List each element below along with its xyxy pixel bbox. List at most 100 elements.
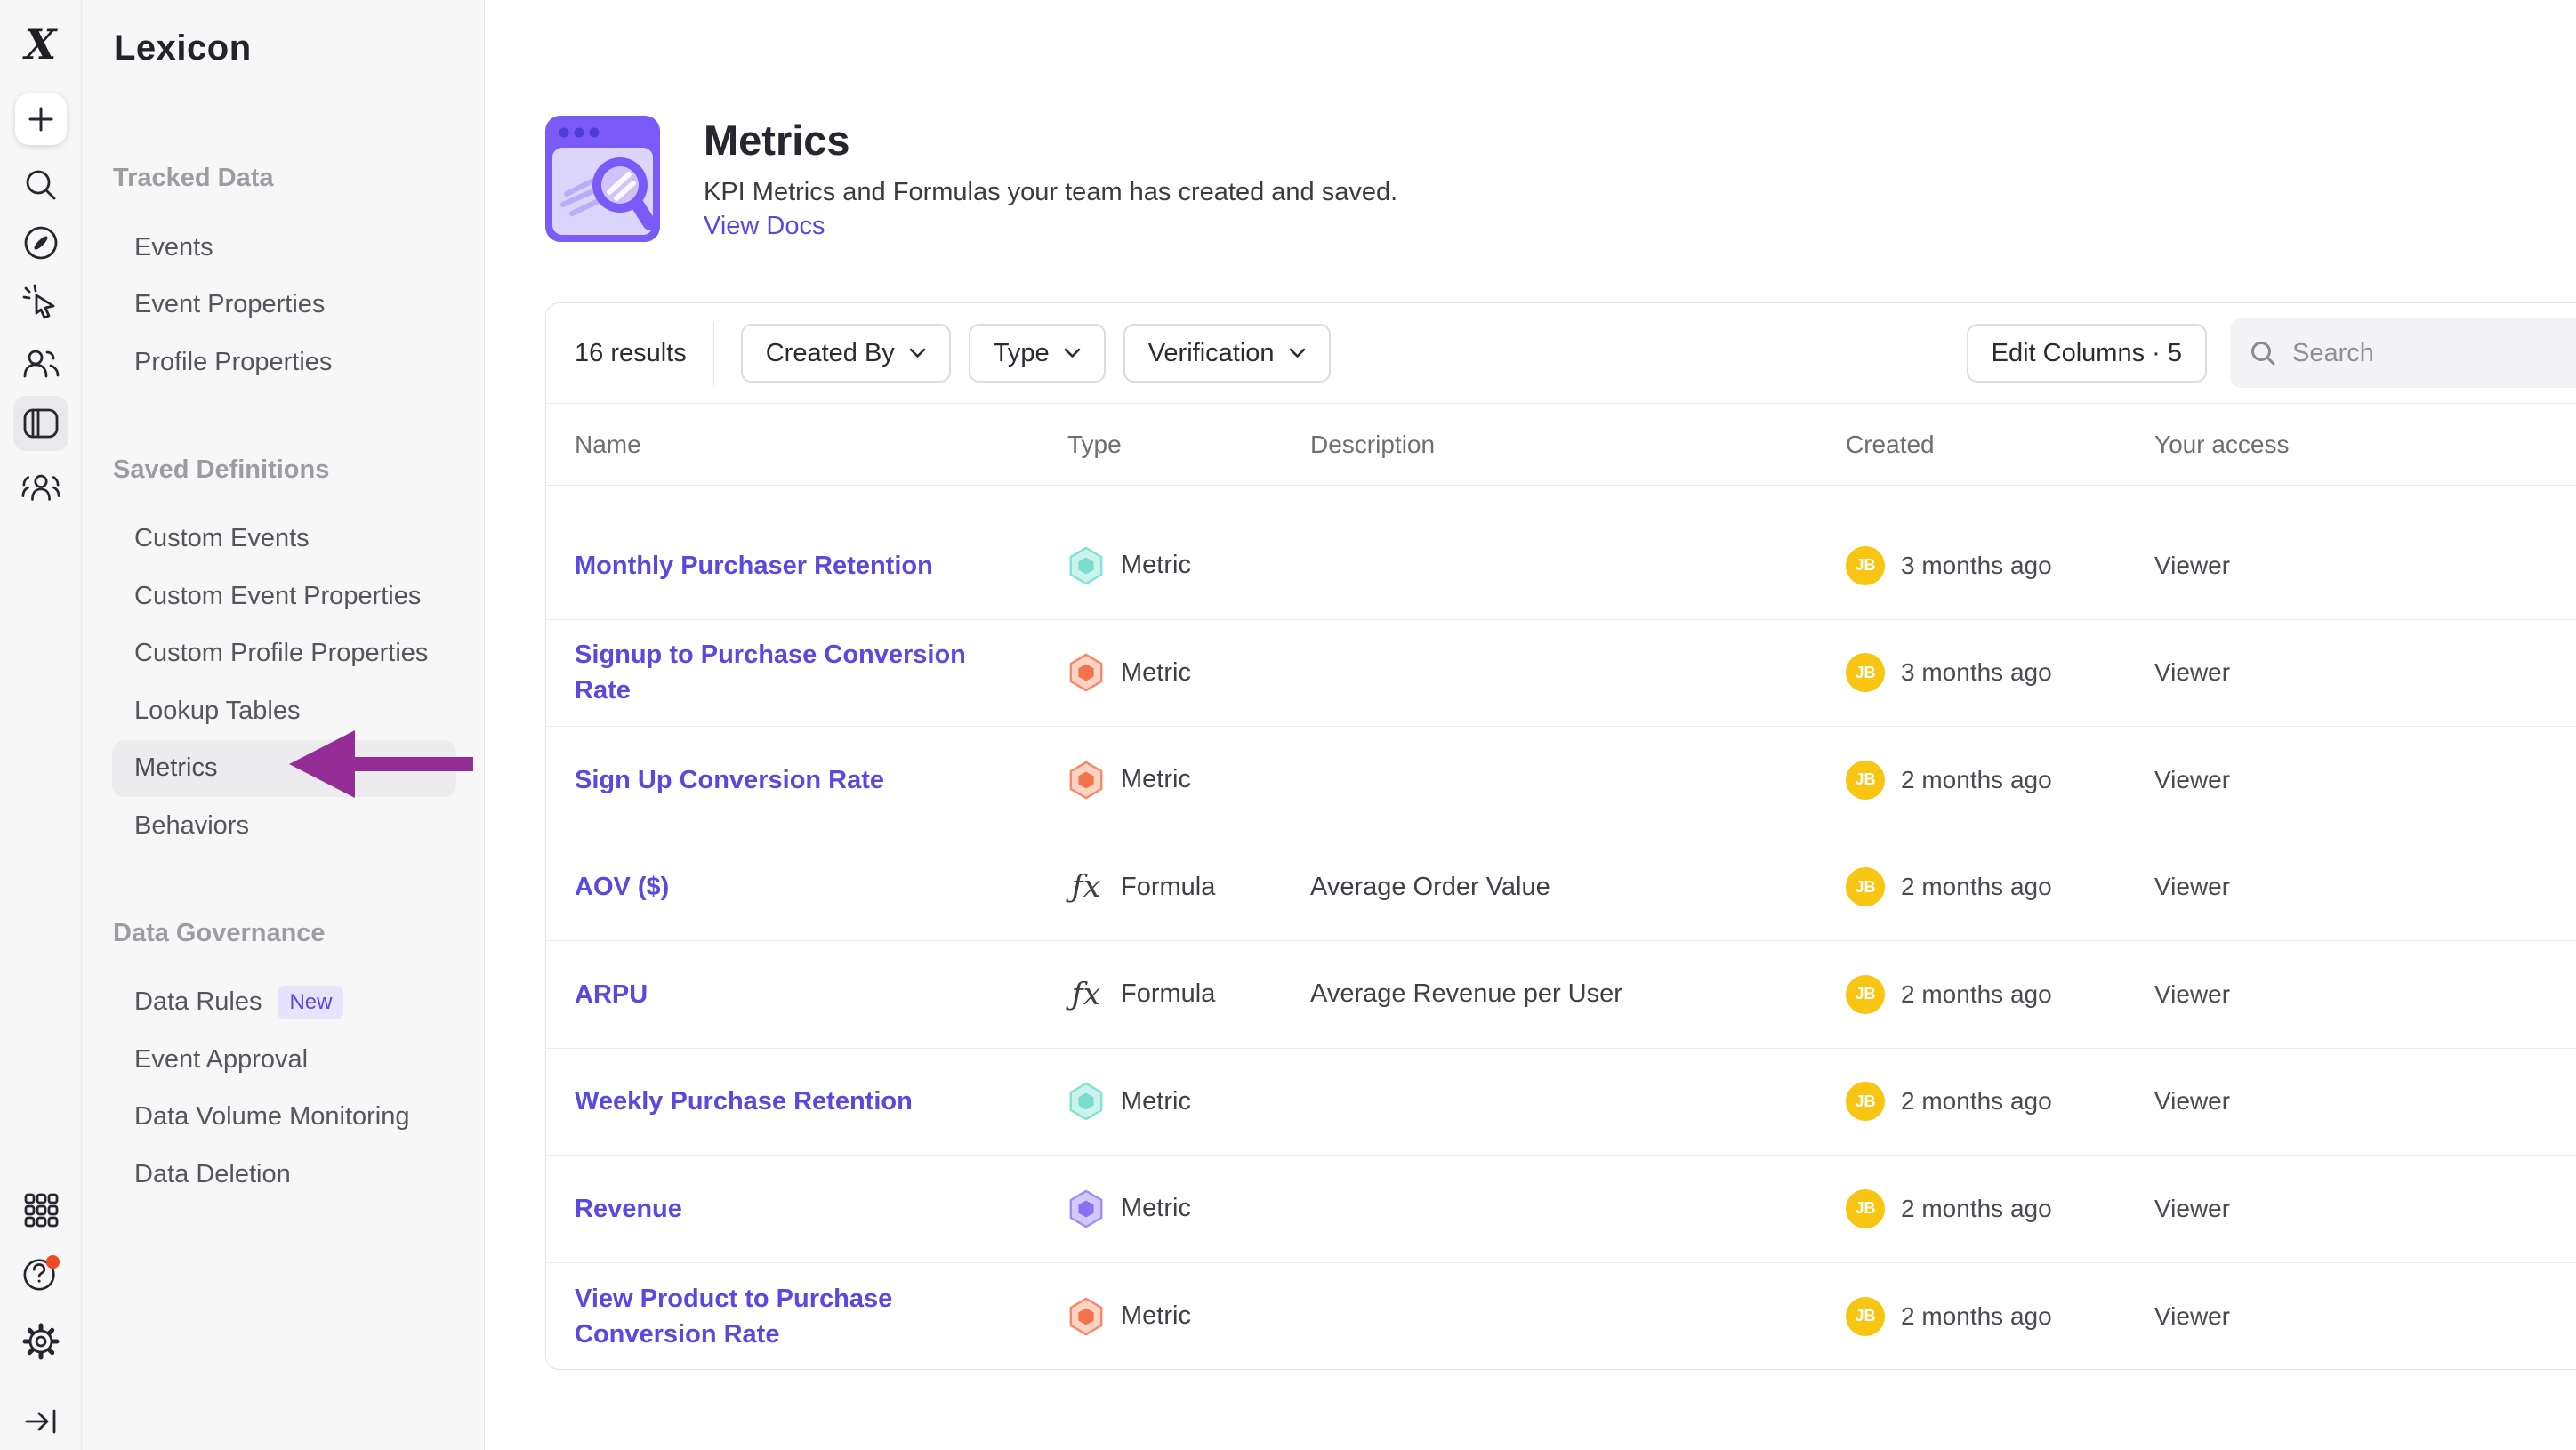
table-row[interactable]: View Product to Purchase Conversion Rate… (546, 1263, 2576, 1371)
row-name-link[interactable]: Signup to Purchase Conversion Rate (575, 637, 1067, 708)
main-content: Metrics KPI Metrics and Formulas your te… (485, 0, 2576, 1450)
filter-button-verification[interactable]: Verification (1123, 324, 1331, 383)
row-created-cell: JB 3 months ago (1846, 546, 2154, 585)
row-name-link[interactable]: Revenue (575, 1191, 1067, 1227)
sidebar-item-event-properties[interactable]: Event Properties (112, 277, 456, 334)
sidebar-item-label: Custom Profile Properties (134, 639, 428, 668)
compass-icon (22, 224, 60, 262)
sidebar-item-behaviors[interactable]: Behaviors (112, 797, 456, 855)
events-nav-button[interactable] (21, 282, 60, 321)
row-name-link[interactable]: ARPU (575, 977, 1067, 1012)
table-row[interactable]: Revenue Metric JB 2 months ago Viewer (546, 1156, 2576, 1263)
settings-button[interactable] (21, 1322, 60, 1361)
row-type-label: Formula (1121, 873, 1215, 902)
table-row[interactable]: Sign Up Conversion Rate Metric JB 2 mont… (546, 727, 2576, 834)
discover-nav-button[interactable] (21, 223, 60, 262)
two-users-icon (21, 346, 60, 382)
metrics-table-card: 16 results Created By Type Verification … (545, 302, 2576, 1370)
row-created-cell: JB 2 months ago (1846, 1297, 2154, 1336)
app-root: X (0, 0, 2576, 1450)
sidebar-section: Saved Definitions Custom Events Custom E… (112, 441, 484, 855)
lexicon-nav-button[interactable] (21, 404, 60, 443)
search-input[interactable] (2292, 339, 2566, 368)
row-type-cell: ƒx Formula (1067, 869, 1310, 905)
column-header-name[interactable]: Name (575, 431, 1067, 459)
filter-buttons: Created By Type Verification (741, 324, 1331, 383)
row-access-label: Viewer (2154, 980, 2576, 1009)
row-type-cell: Metric (1067, 652, 1310, 693)
sidebar-item-data-volume-monitoring[interactable]: Data Volume Monitoring (112, 1089, 456, 1147)
row-created-cell: JB 2 months ago (1846, 1082, 2154, 1121)
sidebar-item-event-approval[interactable]: Event Approval (112, 1031, 456, 1089)
row-created-label: 2 months ago (1901, 1195, 2052, 1223)
table-toolbar: 16 results Created By Type Verification … (546, 303, 2576, 404)
sidebar-item-data-deletion[interactable]: Data Deletion (112, 1146, 456, 1204)
column-header-description[interactable]: Description (1310, 431, 1846, 459)
row-name-link[interactable]: AOV ($) (575, 869, 1067, 905)
row-name-link[interactable]: View Product to Purchase Conversion Rate (575, 1281, 1067, 1352)
row-type-label: Metric (1121, 551, 1191, 580)
sidebar-item-custom-profile-properties[interactable]: Custom Profile Properties (112, 625, 456, 683)
gear-icon (22, 1323, 60, 1360)
cohorts-nav-button[interactable] (21, 468, 60, 507)
row-created-label: 2 months ago (1901, 766, 2052, 794)
apps-grid-button[interactable] (21, 1190, 60, 1229)
toolbar-right: Edit Columns · 5 (1967, 318, 2576, 388)
table-row[interactable]: Monthly Purchaser Retention Metric JB 3 … (546, 512, 2576, 620)
sidebar-item-events[interactable]: Events (112, 219, 456, 277)
table-row-partial (546, 486, 2576, 512)
sidebar-item-label: Data Deletion (134, 1160, 291, 1189)
row-created-label: 2 months ago (1901, 1087, 2052, 1116)
column-header-type[interactable]: Type (1067, 431, 1310, 459)
edit-columns-button[interactable]: Edit Columns · 5 (1967, 324, 2207, 383)
create-plus-button[interactable] (15, 93, 67, 145)
row-type-label: Formula (1121, 979, 1215, 1009)
sidebar-item-label: Data Volume Monitoring (134, 1102, 410, 1132)
column-header-your-access[interactable]: Your access (2154, 431, 2576, 459)
search-box[interactable] (2230, 318, 2576, 388)
row-type-cell: ƒx Formula (1067, 977, 1310, 1012)
table-row[interactable]: Weekly Purchase Retention Metric JB 2 mo… (546, 1049, 2576, 1156)
metric-hexagon-icon (1067, 1081, 1105, 1122)
chevron-down-icon (909, 348, 926, 358)
row-type-cell: Metric (1067, 760, 1310, 801)
help-button[interactable] (21, 1254, 60, 1293)
sidebar-section-header: Data Governance (112, 905, 484, 962)
table-row[interactable]: ARPU ƒx Formula Average Revenue per User… (546, 941, 2576, 1049)
row-created-label: 3 months ago (1901, 552, 2052, 580)
filter-button-label: Verification (1148, 339, 1275, 368)
users-nav-button[interactable] (21, 344, 60, 383)
sidebar-item-data-rules[interactable]: Data Rules New (112, 974, 456, 1032)
sidebar-item-custom-events[interactable]: Custom Events (112, 511, 456, 568)
sidebar-item-custom-event-properties[interactable]: Custom Event Properties (112, 568, 456, 625)
mixpanel-logo-icon[interactable]: X (21, 25, 60, 64)
sidebar-item-profile-properties[interactable]: Profile Properties (112, 334, 456, 391)
metric-hexagon-icon (1067, 760, 1105, 801)
row-created-cell: JB 3 months ago (1846, 653, 2154, 692)
page-subtitle: KPI Metrics and Formulas your team has c… (704, 178, 1397, 207)
sidebar-item-label: Profile Properties (134, 348, 332, 377)
table-row[interactable]: Signup to Purchase Conversion Rate Metri… (546, 620, 2576, 728)
row-name-link[interactable]: Sign Up Conversion Rate (575, 762, 1067, 798)
row-name-link[interactable]: Weekly Purchase Retention (575, 1083, 1067, 1119)
sign-out-button[interactable] (21, 1402, 60, 1441)
column-header-created[interactable]: Created (1846, 431, 2154, 459)
row-type-label: Metric (1121, 765, 1191, 794)
search-icon (23, 167, 59, 203)
creator-avatar: JB (1846, 867, 1885, 906)
filter-button-created-by[interactable]: Created By (741, 324, 951, 383)
sidebar-item-lookup-tables[interactable]: Lookup Tables (112, 682, 456, 740)
row-name-link[interactable]: Monthly Purchaser Retention (575, 548, 1067, 584)
search-icon (2250, 340, 2276, 367)
creator-avatar: JB (1846, 1189, 1885, 1228)
formula-fx-icon: ƒx (1067, 977, 1105, 1012)
row-type-cell: Metric (1067, 1296, 1310, 1337)
filter-button-type[interactable]: Type (969, 324, 1106, 383)
view-docs-link[interactable]: View Docs (704, 212, 825, 241)
table-row[interactable]: AOV ($) ƒx Formula Average Order Value J… (546, 834, 2576, 942)
sidebar-item-metrics[interactable]: Metrics (112, 740, 456, 798)
creator-avatar: JB (1846, 546, 1885, 585)
sidebar-section: Tracked Data Events Event Properties Pro… (112, 149, 484, 391)
search-nav-button[interactable] (21, 165, 60, 205)
row-type-cell: Metric (1067, 1081, 1310, 1122)
